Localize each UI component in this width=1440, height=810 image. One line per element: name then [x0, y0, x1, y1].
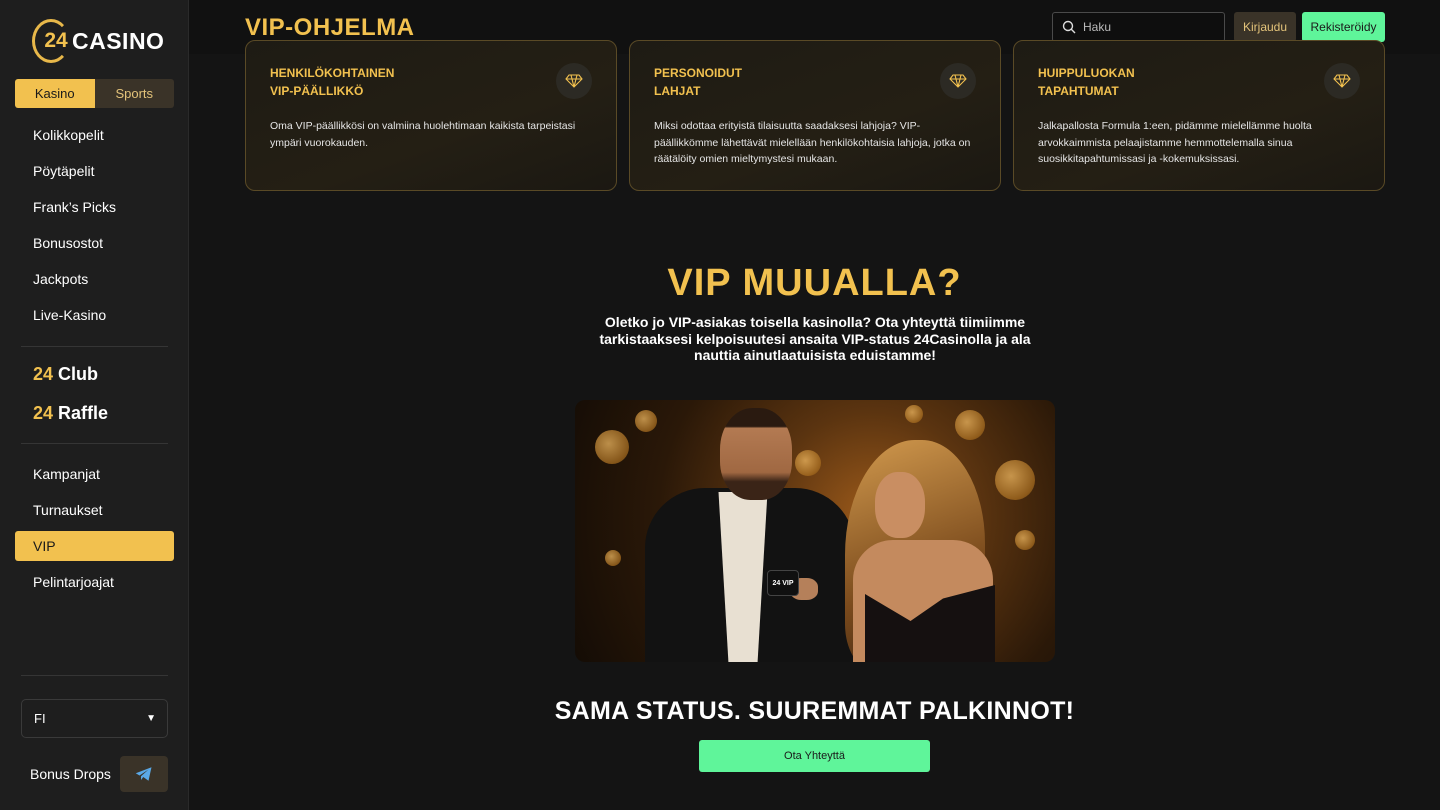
benefit-card-vip-manager: HENKILÖKOHTAINEN VIP-PÄÄLLIKKÖ Oma VIP-p… [245, 40, 617, 191]
coin [605, 550, 621, 566]
card-text: Oma VIP-päällikkösi on valmiina huolehti… [270, 120, 576, 149]
logo-number: 24 [44, 29, 68, 52]
coin [905, 405, 923, 423]
sidebar-item-pelintarjoajat[interactable]: Pelintarjoajat [15, 567, 174, 597]
card-text: Miksi odottaa erityistä tilaisuutta saad… [654, 120, 971, 165]
sidebar-item-24-club[interactable]: 24 Club [33, 364, 98, 385]
coin [795, 450, 821, 476]
card-text: Jalkapallosta Formula 1:een, pidämme mie… [1038, 120, 1312, 165]
raffle-label: Raffle [58, 403, 109, 423]
vip-elsewhere-subtitle: Oletko jo VIP-asiakas toisella kasinolla… [599, 314, 1031, 363]
sidebar-item-kolikkopelit[interactable]: Kolikkopelit [15, 120, 174, 150]
login-button[interactable]: Kirjaudu [1234, 12, 1296, 42]
casino-logo[interactable]: 24 CASINO [32, 18, 164, 64]
card-title: HENKILÖKOHTAINEN VIP-PÄÄLLIKKÖ [270, 66, 395, 98]
benefit-card-events: HUIPPULUOKAN TAPAHTUMAT Jalkapallosta Fo… [1013, 40, 1385, 191]
diamond-icon [940, 63, 976, 99]
language-value: FI [34, 711, 46, 726]
logo-name: CASINO [72, 27, 165, 54]
sidebar-item-bonusostot[interactable]: Bonusostot [15, 228, 174, 258]
secondary-nav: Kampanjat Turnaukset VIP Pelintarjoajat [15, 459, 174, 603]
sidebar-item-poytapelit[interactable]: Pöytäpelit [15, 156, 174, 186]
language-select[interactable]: FI ▼ [21, 699, 168, 738]
coin [635, 410, 657, 432]
man-head [720, 408, 792, 500]
tagline: SAMA STATUS. SUUREMMAT PALKINNOT! [554, 697, 1075, 725]
telegram-icon [135, 767, 152, 781]
card-title: HUIPPULUOKAN TAPAHTUMAT [1038, 66, 1135, 98]
coin [995, 460, 1035, 500]
club-number: 24 [33, 364, 54, 384]
diamond-icon [1324, 63, 1360, 99]
divider [21, 443, 168, 444]
sidebar-item-live-kasino[interactable]: Live-Kasino [15, 300, 174, 330]
sidebar-item-turnaukset[interactable]: Turnaukset [15, 495, 174, 525]
sidebar: 24 CASINO Kasino Sports Kolikkopelit Pöy… [0, 0, 189, 810]
card-title: PERSONOIDUT LAHJAT [654, 66, 743, 98]
tab-sports[interactable]: Sports [94, 79, 174, 108]
search-input[interactable] [1083, 20, 1213, 34]
benefit-card-gifts: PERSONOIDUT LAHJAT Miksi odottaa erityis… [629, 40, 1001, 191]
raffle-number: 24 [33, 403, 54, 423]
coin [1015, 530, 1035, 550]
sidebar-item-kampanjat[interactable]: Kampanjat [15, 459, 174, 489]
search-box[interactable] [1052, 12, 1225, 42]
club-label: Club [58, 364, 99, 384]
divider [21, 346, 168, 347]
divider [21, 675, 168, 676]
sidebar-item-jackpots[interactable]: Jackpots [15, 264, 174, 294]
main-nav: Kolikkopelit Pöytäpelit Frank’s Picks Bo… [15, 120, 174, 336]
vip-elsewhere-heading: VIP MUUALLA? [667, 262, 962, 304]
sidebar-item-24-raffle[interactable]: 24 Raffle [33, 403, 108, 424]
coin [955, 410, 985, 440]
search-icon [1062, 20, 1076, 34]
tab-kasino[interactable]: Kasino [15, 79, 95, 108]
register-button[interactable]: Rekisteröidy [1302, 12, 1385, 42]
logo-ring-icon: 24 [32, 19, 70, 63]
woman-face [875, 472, 925, 538]
product-switcher: Kasino Sports [15, 79, 174, 108]
vip-card-label: 24 VIP [767, 570, 799, 596]
sidebar-item-franks-picks[interactable]: Frank’s Picks [15, 192, 174, 222]
sidebar-item-vip[interactable]: VIP [15, 531, 174, 561]
vip-hero-image: 24 VIP [575, 400, 1055, 662]
page-title: VIP-OHJELMA [245, 14, 415, 41]
bonus-drops-label: Bonus Drops [30, 766, 111, 782]
coin [595, 430, 629, 464]
diamond-icon [556, 63, 592, 99]
telegram-button[interactable] [120, 756, 168, 792]
contact-button[interactable]: Ota Yhteyttä [699, 740, 930, 772]
chevron-down-icon: ▼ [146, 713, 156, 724]
